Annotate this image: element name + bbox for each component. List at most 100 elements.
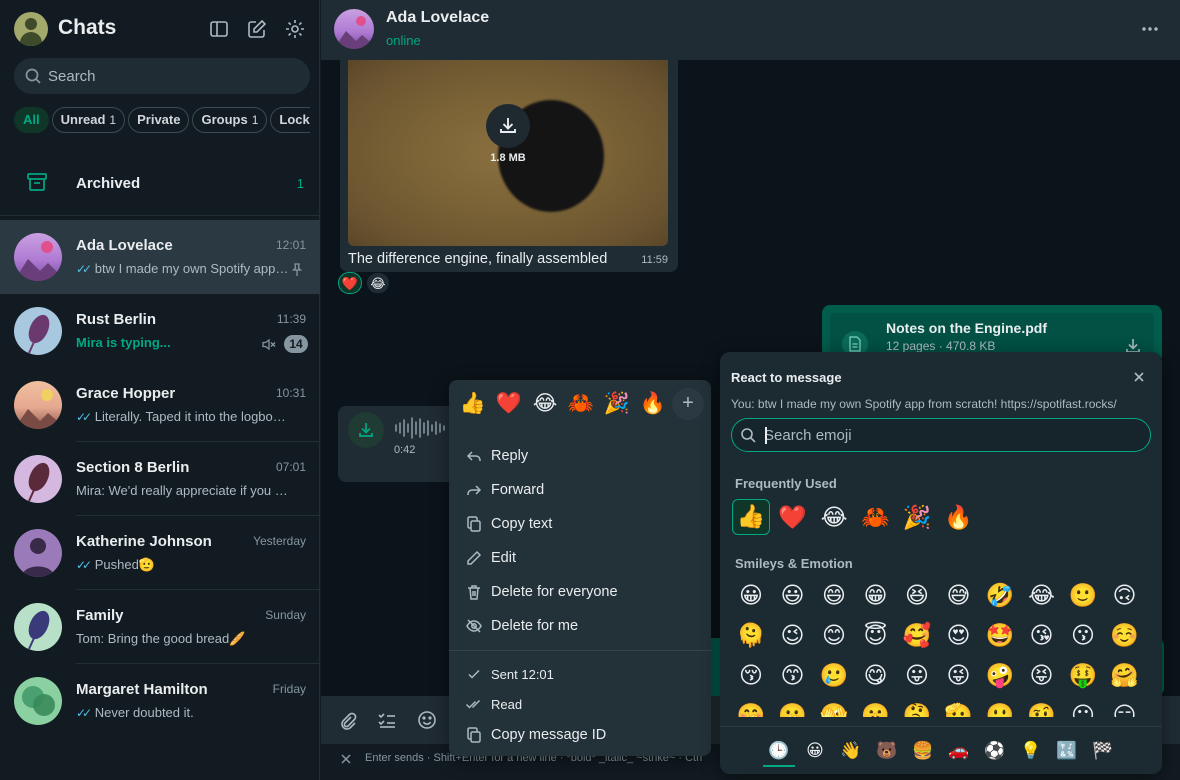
more-reactions-button[interactable]: +	[672, 388, 704, 420]
emoji-option[interactable]: 😜	[940, 657, 978, 693]
more-options-icon[interactable]	[1140, 19, 1160, 39]
quick-reaction[interactable]: ❤️	[493, 388, 525, 420]
filter-locked[interactable]: Locke	[270, 107, 310, 133]
emoji-category-tab[interactable]: 👋	[835, 735, 867, 767]
emoji-option[interactable]: 😁	[857, 577, 895, 613]
filter-private[interactable]: Private	[128, 107, 190, 133]
chat-row-section-8-berlin[interactable]: Section 8 Berlin 07:01 Mira: We'd really…	[0, 442, 320, 516]
emoji-category-tab[interactable]: 🐻	[871, 735, 903, 767]
smileys-scroll[interactable]: 😀 😃 😄 😁 😆 😅 🤣 😂 🙂 🙃 🫠 😉 😊 😇 🥰 😍 🤩 😘 😗 ☺️ 😚 😙 🥲 😋 😛 😜 🤪 😝 🤑 🤗 🤭 🫢 🫣 🤫 🤔 🫡 🤐 🤨 😐…	[720, 577, 1162, 717]
emoji-option[interactable]: 🤔	[898, 697, 936, 717]
emoji-option[interactable]: 😄	[815, 577, 853, 613]
settings-gear-icon[interactable]	[284, 18, 306, 40]
emoji-option[interactable]: ❤️	[774, 499, 812, 535]
emoji-option[interactable]: 🤣	[981, 577, 1019, 613]
emoji-option[interactable]: 😉	[774, 617, 812, 653]
emoji-option[interactable]: 🥰	[898, 617, 936, 653]
emoji-category-tab[interactable]: 🏁	[1087, 735, 1119, 767]
emoji-option[interactable]: 🫡	[940, 697, 978, 717]
emoji-category-tab[interactable]: 🚗	[943, 735, 975, 767]
emoji-option[interactable]: 😊	[815, 617, 853, 653]
checklist-icon[interactable]	[377, 710, 397, 730]
download-icon[interactable]	[486, 104, 530, 148]
chat-row-rust-berlin[interactable]: Rust Berlin 11:39 Mira is typing... 14	[0, 294, 320, 368]
quick-reaction[interactable]: 🦀	[565, 388, 597, 420]
emoji-option[interactable]: 🤑	[1064, 657, 1102, 693]
emoji-category-tab[interactable]: 🔣	[1051, 735, 1083, 767]
emoji-option[interactable]: 😀	[732, 577, 770, 613]
emoji-option[interactable]: 😝	[1023, 657, 1061, 693]
menu-delete-for-me[interactable]: Delete for me	[449, 609, 711, 643]
menu-copy-text[interactable]: Copy text	[449, 507, 711, 541]
filter-groups[interactable]: Groups 1	[192, 107, 268, 133]
emoji-option[interactable]: 🤫	[857, 697, 895, 717]
conversation-header[interactable]: Ada Lovelace online	[321, 0, 1180, 60]
filter-all[interactable]: All	[14, 107, 49, 133]
emoji-option[interactable]: 🤨	[1023, 697, 1061, 717]
emoji-option[interactable]: 😙	[774, 657, 812, 693]
emoji-smiley-icon[interactable]	[417, 710, 437, 730]
emoji-category-tab[interactable]: 😀	[799, 735, 831, 767]
emoji-option[interactable]: 😛	[898, 657, 936, 693]
quick-reaction[interactable]: 👍	[457, 388, 489, 420]
contact-avatar[interactable]	[334, 9, 374, 49]
emoji-option[interactable]: 🫠	[732, 617, 770, 653]
download-icon[interactable]	[348, 412, 384, 448]
attach-paperclip-icon[interactable]	[337, 710, 357, 730]
search-input[interactable]	[48, 58, 298, 94]
quick-reaction[interactable]: 🎉	[601, 388, 633, 420]
emoji-search-input[interactable]	[764, 419, 1144, 451]
emoji-option[interactable]: 🦀	[857, 499, 895, 535]
emoji-search[interactable]	[731, 418, 1151, 452]
emoji-option[interactable]: 🫣	[815, 697, 853, 717]
emoji-option[interactable]: 🤗	[1106, 657, 1144, 693]
emoji-option[interactable]: 😍	[940, 617, 978, 653]
emoji-option[interactable]: 😇	[857, 617, 895, 653]
close-icon[interactable]	[1132, 370, 1146, 384]
menu-copy-message-id[interactable]: Copy message ID	[449, 718, 711, 752]
emoji-option[interactable]: 🙂	[1064, 577, 1102, 613]
emoji-category-tab[interactable]: 💡	[1015, 735, 1047, 767]
emoji-option[interactable]: ☺️	[1106, 617, 1144, 653]
close-icon[interactable]	[339, 752, 353, 766]
emoji-option[interactable]: 🤭	[732, 697, 770, 717]
emoji-option[interactable]: 😐	[1064, 697, 1102, 717]
emoji-category-tab[interactable]: 🕒	[763, 735, 795, 767]
emoji-option[interactable]: 😑	[1106, 697, 1144, 717]
new-chat-icon[interactable]	[246, 18, 268, 40]
quick-reaction[interactable]: 😂	[529, 388, 561, 420]
archived-row[interactable]: Archived 1	[0, 150, 320, 216]
sidebar-toggle-icon[interactable]	[208, 18, 230, 40]
emoji-option[interactable]: 😃	[774, 577, 812, 613]
photo-thumbnail[interactable]: 1.8 MB	[348, 60, 668, 246]
emoji-option[interactable]: 🎉	[898, 499, 936, 535]
emoji-option[interactable]: 🫢	[774, 697, 812, 717]
emoji-option[interactable]: 😚	[732, 657, 770, 693]
reaction-laugh[interactable]: 😂	[366, 272, 390, 294]
menu-reply[interactable]: Reply	[449, 439, 711, 473]
filter-unread[interactable]: Unread 1	[51, 107, 126, 133]
emoji-option[interactable]: 😗	[1064, 617, 1102, 653]
emoji-option[interactable]: 😋	[857, 657, 895, 693]
chat-row-ada-lovelace[interactable]: Ada Lovelace 12:01 ✓✓ btw I made my own …	[0, 220, 320, 294]
chat-search[interactable]	[14, 58, 310, 94]
chat-row-katherine-johnson[interactable]: Katherine Johnson Yesterday ✓✓ Pushed🫡	[0, 516, 320, 590]
menu-edit[interactable]: Edit	[449, 541, 711, 575]
emoji-option[interactable]: 😘	[1023, 617, 1061, 653]
image-message[interactable]: 1.8 MB The difference engine, finally as…	[340, 60, 678, 272]
menu-forward[interactable]: Forward	[449, 473, 711, 507]
emoji-option[interactable]: 👍	[732, 499, 770, 535]
emoji-option[interactable]: 😂	[815, 499, 853, 535]
emoji-option[interactable]: 🤪	[981, 657, 1019, 693]
emoji-option[interactable]: 🤩	[981, 617, 1019, 653]
emoji-category-tab[interactable]: 🍔	[907, 735, 939, 767]
emoji-option[interactable]: 😅	[940, 577, 978, 613]
chat-row-family[interactable]: Family Sunday Tom: Bring the good bread🥖	[0, 590, 320, 664]
emoji-option[interactable]: 🥲	[815, 657, 853, 693]
quick-reaction[interactable]: 🔥	[637, 388, 669, 420]
my-avatar[interactable]	[14, 12, 48, 46]
reaction-heart[interactable]: ❤️	[338, 272, 362, 294]
emoji-option[interactable]: 😆	[898, 577, 936, 613]
emoji-option[interactable]: 🙃	[1106, 577, 1144, 613]
emoji-category-tab[interactable]: ⚽	[979, 735, 1011, 767]
